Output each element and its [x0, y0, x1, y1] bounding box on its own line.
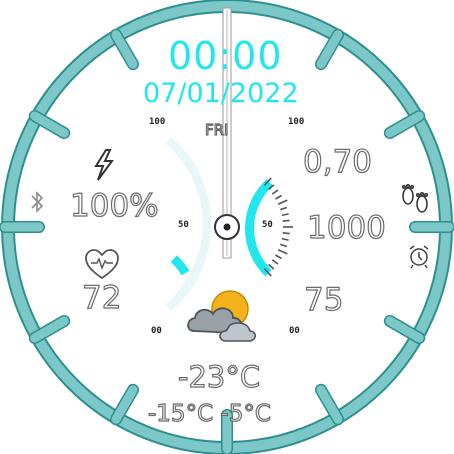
alarm-clock-icon — [409, 245, 429, 269]
right-scale-top: 100 — [288, 117, 305, 127]
heart-rate-value: 72 — [81, 280, 122, 316]
distance-value: 0,70 — [302, 144, 373, 180]
heart-rate-icon — [85, 249, 119, 280]
right-gauge-tick — [281, 213, 289, 217]
right-gauge-tick — [280, 243, 288, 248]
right-gauge-tick — [282, 232, 290, 235]
date-display: 07/01/2022 — [143, 78, 299, 109]
right-gauge-tick — [280, 206, 288, 211]
weather-range: -15°C -5°C — [147, 401, 271, 427]
right-gauge-tick — [282, 219, 290, 222]
right-gauge-fill — [170, 255, 190, 276]
lightning-icon — [94, 149, 114, 181]
battery-percent: 100% — [69, 188, 159, 224]
right-gauge-tick — [277, 199, 288, 205]
right-gauge-tick — [275, 254, 282, 260]
steps-value: 1000 — [306, 210, 386, 246]
right-gauge-tick — [281, 237, 289, 241]
footprints-icon — [401, 183, 429, 213]
left-scale-mid: 50 — [178, 220, 189, 230]
weather-temp: -23°C — [177, 360, 261, 394]
weekday-display: FRI — [204, 121, 229, 139]
right-gauge-tick — [275, 194, 282, 200]
right-scale-mid: 50 — [262, 220, 273, 230]
right-scale-bottom: 00 — [289, 326, 300, 336]
left-scale-top: 100 — [149, 117, 166, 127]
right-gauge-tick — [277, 249, 288, 255]
bluetooth-icon — [31, 191, 44, 213]
left-scale-bottom: 00 — [151, 326, 162, 336]
partly-cloudy-icon — [187, 290, 257, 342]
right-gauge-tick — [271, 189, 279, 195]
right-gauge-value: 75 — [303, 282, 344, 318]
right-gauge-tick — [271, 259, 279, 265]
time-display: 00:00 — [168, 34, 283, 78]
